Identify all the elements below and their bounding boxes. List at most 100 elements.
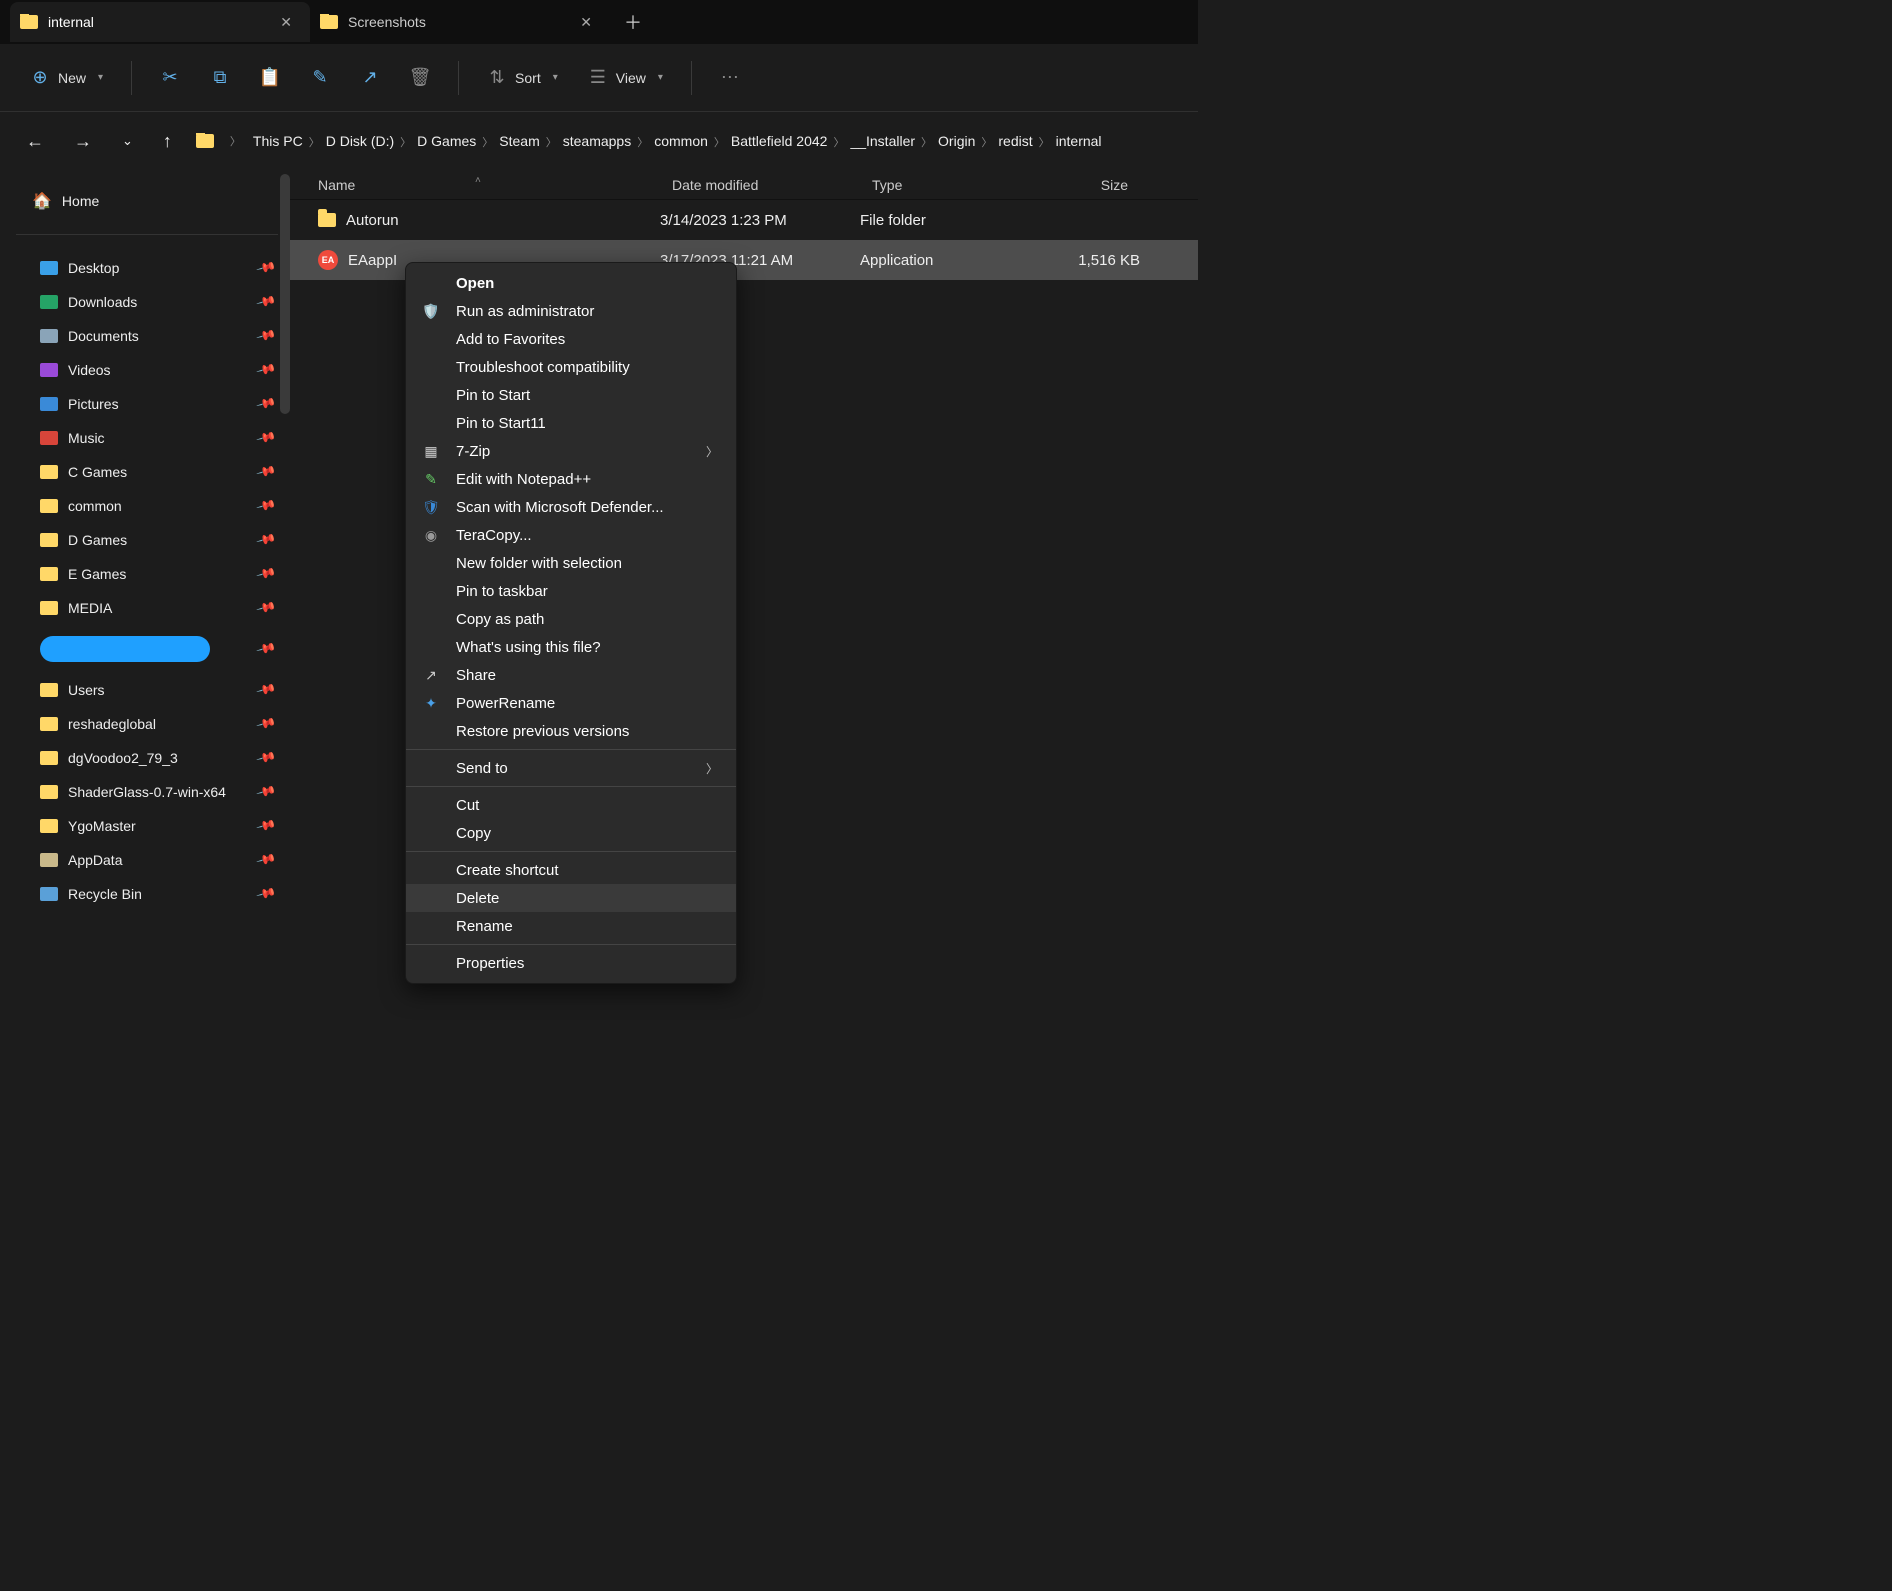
new-button[interactable]: ⊕ New ▾: [20, 59, 113, 96]
ctx-delete[interactable]: Delete: [406, 884, 736, 912]
ctx-newfolder-selection[interactable]: New folder with selection: [406, 549, 736, 577]
file-type: Application: [860, 252, 1030, 269]
col-size[interactable]: Size: [1030, 177, 1140, 193]
ctx-defender[interactable]: 🛡Scan with Microsoft Defender...: [406, 493, 736, 521]
ctx-properties[interactable]: Properties: [406, 949, 736, 977]
col-name[interactable]: ˄ Name: [290, 177, 660, 193]
up-button[interactable]: ↑: [157, 127, 178, 156]
breadcrumb[interactable]: 〉 This PC〉D Disk (D:)〉D Games〉Steam〉stea…: [196, 133, 1178, 150]
app-icon: EA: [318, 250, 338, 270]
copy-button[interactable]: ⧉: [200, 59, 240, 96]
sidebar-item-shaderglass-0-7-win-x64[interactable]: ShaderGlass-0.7-win-x64📌: [12, 775, 282, 809]
crumb-segment[interactable]: internal: [1054, 133, 1104, 150]
ctx-run-admin[interactable]: 🛡️Run as administrator: [406, 297, 736, 325]
ctx-powerrename[interactable]: ✦PowerRename: [406, 689, 736, 717]
ctx-pin-start11[interactable]: Pin to Start11: [406, 409, 736, 437]
rename-button[interactable]: ✎: [300, 59, 340, 96]
desktop-icon: [40, 261, 58, 275]
scrollbar[interactable]: [280, 174, 290, 414]
window-tabs: internal ✕ Screenshots ✕ ＋: [0, 0, 1198, 44]
view-button[interactable]: ☰ View ▾: [578, 59, 673, 96]
crumb-segment[interactable]: steamapps: [561, 133, 633, 150]
pin-icon: 📌: [255, 461, 277, 483]
table-row[interactable]: Autorun3/14/2023 1:23 PMFile folder: [290, 200, 1198, 240]
ctx-label: Run as administrator: [456, 303, 594, 320]
ctx-copy[interactable]: Copy: [406, 819, 736, 847]
documents-icon: [40, 329, 58, 343]
chevron-right-icon: 〉: [1035, 137, 1054, 149]
sidebar-item-ygomaster[interactable]: YgoMaster📌: [12, 809, 282, 843]
ctx-7zip[interactable]: ▦7-Zip〉: [406, 437, 736, 465]
downloads-icon: [40, 295, 58, 309]
ctx-create-shortcut[interactable]: Create shortcut: [406, 856, 736, 884]
ctx-edit-npp[interactable]: ✎Edit with Notepad++: [406, 465, 736, 493]
copy-icon: ⧉: [210, 67, 230, 88]
sidebar-item-label: Music: [68, 430, 105, 446]
crumb-segment[interactable]: Steam: [497, 133, 541, 150]
new-tab-button[interactable]: ＋: [610, 9, 656, 35]
crumb-segment[interactable]: D Games: [415, 133, 478, 150]
ctx-copy-path[interactable]: Copy as path: [406, 605, 736, 633]
delete-button[interactable]: 🗑: [400, 59, 440, 96]
sidebar-item-media[interactable]: MEDIA📌: [12, 591, 282, 625]
share-icon: ↗: [420, 667, 442, 684]
crumb-segment[interactable]: D Disk (D:): [324, 133, 396, 150]
sidebar-item-reshadeglobal[interactable]: reshadeglobal📌: [12, 707, 282, 741]
crumb-segment[interactable]: __Installer: [848, 133, 917, 150]
sidebar-item-pictures[interactable]: Pictures📌: [12, 387, 282, 421]
paste-button[interactable]: 📋: [250, 59, 290, 96]
ctx-open[interactable]: Open: [406, 269, 736, 297]
sidebar-item-label: ShaderGlass-0.7-win-x64: [68, 784, 226, 800]
chevron-down-icon: ▾: [658, 72, 663, 83]
ctx-label: Scan with Microsoft Defender...: [456, 499, 664, 516]
ctx-rename[interactable]: Rename: [406, 912, 736, 940]
chevron-right-icon: 〉: [542, 137, 561, 149]
crumb-segment[interactable]: redist: [996, 133, 1034, 150]
sort-button[interactable]: ⇅ Sort ▾: [477, 59, 568, 96]
close-icon[interactable]: ✕: [576, 12, 596, 33]
sidebar-item-downloads[interactable]: Downloads📌: [12, 285, 282, 319]
sidebar-item-desktop[interactable]: Desktop📌: [12, 251, 282, 285]
ctx-whats-using[interactable]: What's using this file?: [406, 633, 736, 661]
ctx-send-to[interactable]: Send to〉: [406, 754, 736, 782]
ctx-add-favorites[interactable]: Add to Favorites: [406, 325, 736, 353]
recent-button[interactable]: ⌄: [116, 129, 139, 153]
sidebar-item-users[interactable]: Users📌: [12, 673, 282, 707]
ctx-label: Copy as path: [456, 611, 544, 628]
forward-button[interactable]: →: [68, 127, 98, 156]
crumb-segment[interactable]: common: [652, 133, 710, 150]
ctx-restore-prev[interactable]: Restore previous versions: [406, 717, 736, 745]
close-icon[interactable]: ✕: [276, 12, 296, 33]
sidebar-item-c-games[interactable]: C Games📌: [12, 455, 282, 489]
share-button[interactable]: ↗: [350, 59, 390, 96]
ctx-cut[interactable]: Cut: [406, 791, 736, 819]
sidebar-item-redacted[interactable]: 📌: [12, 625, 282, 673]
archive-icon: ▦: [420, 443, 442, 460]
sidebar-item-d-games[interactable]: D Games📌: [12, 523, 282, 557]
back-button[interactable]: ←: [20, 127, 50, 156]
sidebar-item-videos[interactable]: Videos📌: [12, 353, 282, 387]
col-date[interactable]: Date modified: [660, 177, 860, 193]
sidebar-item-music[interactable]: Music📌: [12, 421, 282, 455]
sidebar-item-documents[interactable]: Documents📌: [12, 319, 282, 353]
ctx-pin-taskbar[interactable]: Pin to taskbar: [406, 577, 736, 605]
ctx-troubleshoot[interactable]: Troubleshoot compatibility: [406, 353, 736, 381]
plus-circle-icon: ⊕: [30, 67, 50, 88]
sidebar-item-common[interactable]: common📌: [12, 489, 282, 523]
crumb-segment[interactable]: Origin: [936, 133, 977, 150]
more-button[interactable]: ⋯: [710, 59, 750, 96]
ctx-share[interactable]: ↗Share: [406, 661, 736, 689]
sidebar-item-appdata[interactable]: AppData📌: [12, 843, 282, 877]
ctx-teracopy[interactable]: ◉TeraCopy...: [406, 521, 736, 549]
sidebar-item-dgvoodoo2-79-3[interactable]: dgVoodoo2_79_3📌: [12, 741, 282, 775]
sidebar-item-home[interactable]: 🏠 Home: [12, 182, 282, 220]
cut-button[interactable]: ✂: [150, 59, 190, 96]
ctx-pin-start[interactable]: Pin to Start: [406, 381, 736, 409]
crumb-segment[interactable]: This PC: [251, 133, 305, 150]
sidebar-item-recycle-bin[interactable]: Recycle Bin📌: [12, 877, 282, 911]
tab-screenshots[interactable]: Screenshots ✕: [310, 2, 610, 42]
col-type[interactable]: Type: [860, 177, 1030, 193]
sidebar-item-e-games[interactable]: E Games📌: [12, 557, 282, 591]
crumb-segment[interactable]: Battlefield 2042: [729, 133, 830, 150]
tab-internal[interactable]: internal ✕: [10, 2, 310, 42]
